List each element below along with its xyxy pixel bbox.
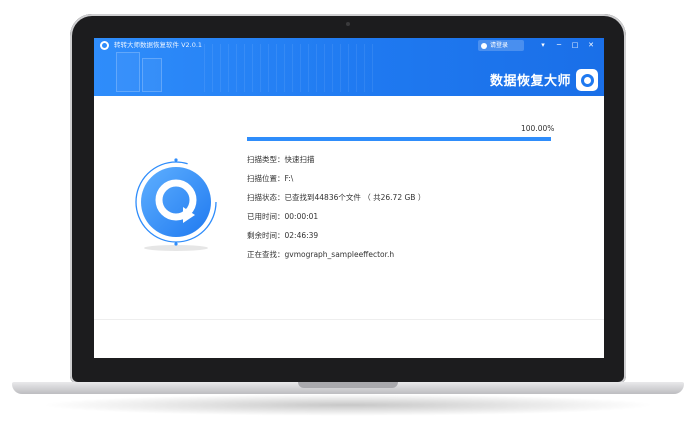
laptop-shadow [40,394,656,416]
scan-status-row: 扫描状态：已查找到44836个文件 （ 共26.72 GB ） [247,193,426,202]
brand-title: 数据恢复大师 [490,74,572,89]
brand-logo-icon [576,69,598,91]
laptop-camera [346,22,350,26]
login-button[interactable]: 请登录 [478,40,524,51]
login-label: 请登录 [490,42,509,49]
close-icon[interactable]: ✕ [585,40,597,51]
footer-divider [94,319,604,320]
user-icon [481,42,487,49]
dropdown-menu-icon[interactable]: ▾ [537,40,549,51]
remaining-time-row: 剩余时间：02:46:39 [247,231,319,240]
minimize-icon[interactable]: ─ [553,40,565,51]
progress-fill [247,137,551,141]
header-decoration [142,58,162,92]
elapsed-time-row: 已用时间：00:00:01 [247,212,319,221]
app-window: 转转大师数据恢复软件 V2.0.1 请登录 ▾ ─ □ ✕ 数据恢复大师 100… [94,38,604,358]
progress-bar [247,137,551,141]
scan-location-row: 扫描位置：F:\ [247,174,294,183]
app-logo-icon [100,41,109,50]
current-file-row: 正在查找：gvmograph_sampleeffector.h [247,250,395,259]
laptop-base-notch [298,382,398,388]
header-decoration [116,52,140,92]
scan-magnifier-icon [135,158,217,251]
progress-percent: 100.00% [521,124,555,133]
window-title: 转转大师数据恢复软件 V2.0.1 [114,41,203,49]
header-decoration [204,44,374,92]
app-header: 转转大师数据恢复软件 V2.0.1 请登录 ▾ ─ □ ✕ 数据恢复大师 [94,38,604,96]
scan-type-row: 扫描类型：快速扫描 [247,155,315,164]
maximize-icon[interactable]: □ [569,40,581,51]
